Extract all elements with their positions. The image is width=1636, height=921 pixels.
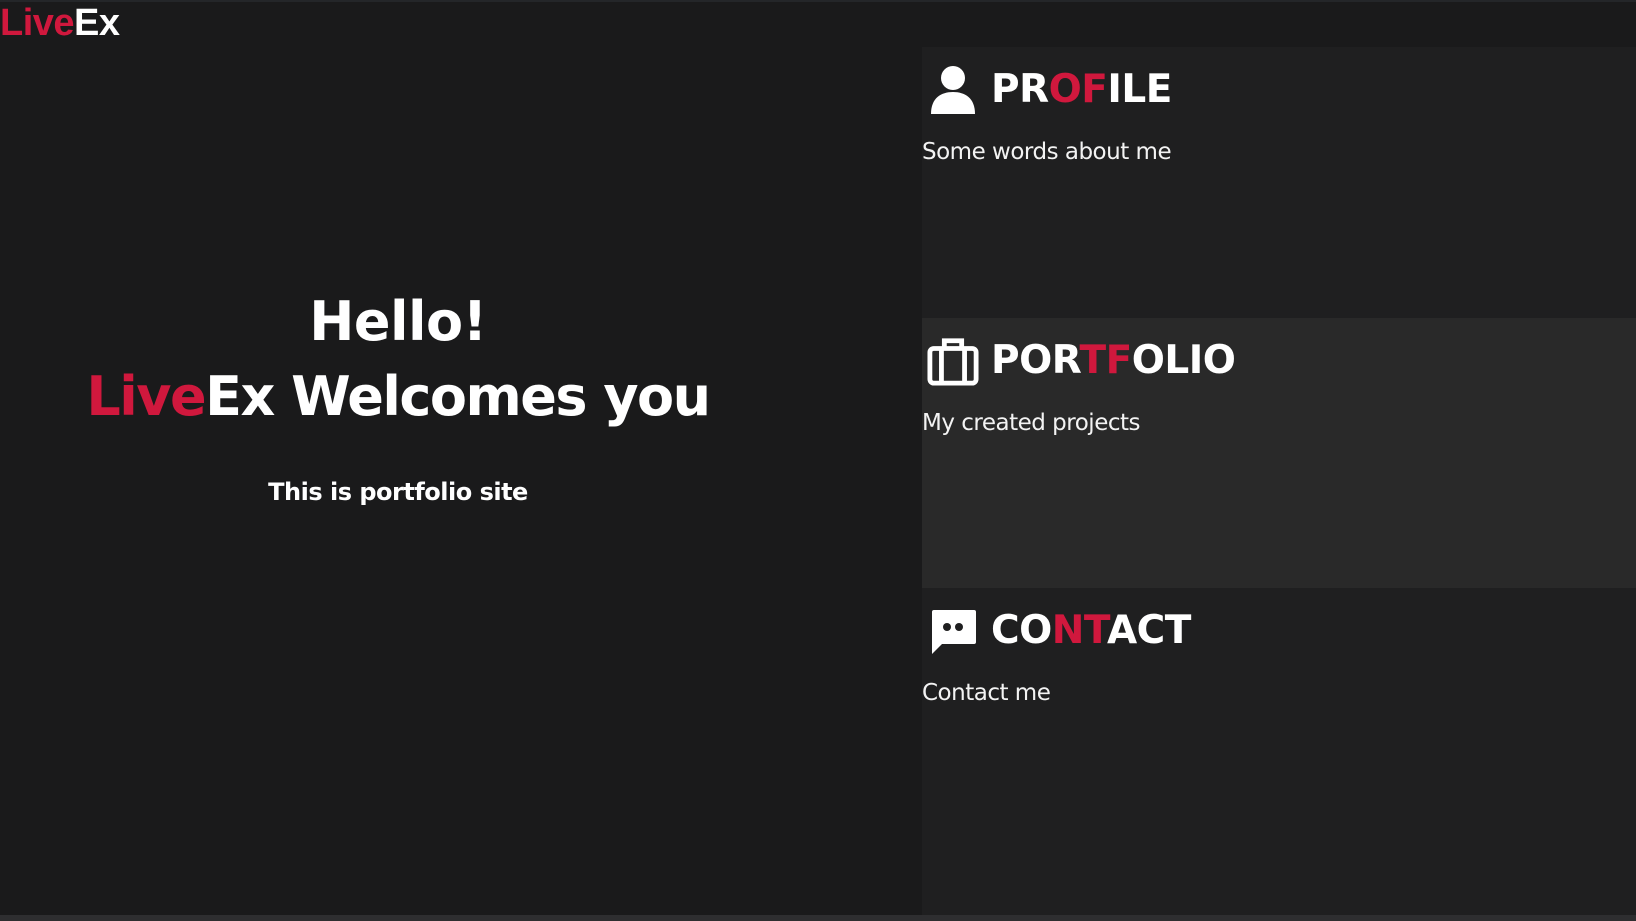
- bottom-border: [0, 915, 1636, 921]
- site-logo[interactable]: LiveEx: [0, 1, 120, 45]
- hero-welcome: LiveEx Welcomes you: [0, 354, 796, 440]
- contact-title-a: CO: [991, 608, 1052, 653]
- portfolio-title: PORTFOLIO: [991, 337, 1236, 385]
- profile-title-b: OF: [1048, 67, 1108, 112]
- contact-description: Contact me: [922, 680, 1051, 706]
- hero-subtitle: This is portfolio site: [268, 478, 528, 506]
- briefcase-icon: [927, 335, 979, 387]
- logo-text: Ex: [74, 2, 120, 44]
- portfolio-description: My created projects: [922, 410, 1141, 436]
- profile-panel[interactable]: PROFILE Some words about me: [922, 47, 1636, 318]
- hero-welcome-accent: Live: [86, 365, 206, 428]
- profile-panel-header: PROFILE: [927, 62, 1172, 118]
- profile-title-c: ILE: [1107, 67, 1172, 112]
- profile-title: PROFILE: [991, 66, 1172, 114]
- profile-title-a: PR: [991, 67, 1049, 112]
- user-icon: [927, 64, 979, 116]
- portfolio-panel-header: PORTFOLIO: [927, 333, 1236, 389]
- contact-title: CONTACT: [991, 607, 1191, 655]
- contact-title-c: ACT: [1107, 608, 1191, 653]
- logo-accent: Live: [0, 2, 75, 44]
- portfolio-title-b: TF: [1079, 338, 1133, 383]
- hero-section: Hello! LiveEx Welcomes you This is portf…: [0, 290, 796, 507]
- contact-panel[interactable]: CONTACT Contact me: [922, 588, 1636, 915]
- section-panels: PROFILE Some words about me PORTFOLIO My…: [922, 47, 1636, 915]
- contact-title-b: NT: [1051, 608, 1108, 653]
- page: LiveEx Hello! LiveEx Welcomes you This i…: [0, 0, 1636, 921]
- portfolio-title-c: OLIO: [1131, 338, 1236, 383]
- top-border: [0, 0, 1636, 2]
- chat-icon: [927, 605, 979, 657]
- hero-greeting: Hello!: [309, 290, 487, 353]
- portfolio-title-a: POR: [991, 338, 1080, 383]
- hero-welcome-rest: Ex Welcomes you: [205, 365, 711, 428]
- contact-panel-header: CONTACT: [927, 603, 1191, 659]
- portfolio-panel[interactable]: PORTFOLIO My created projects: [922, 318, 1636, 588]
- profile-description: Some words about me: [922, 139, 1172, 165]
